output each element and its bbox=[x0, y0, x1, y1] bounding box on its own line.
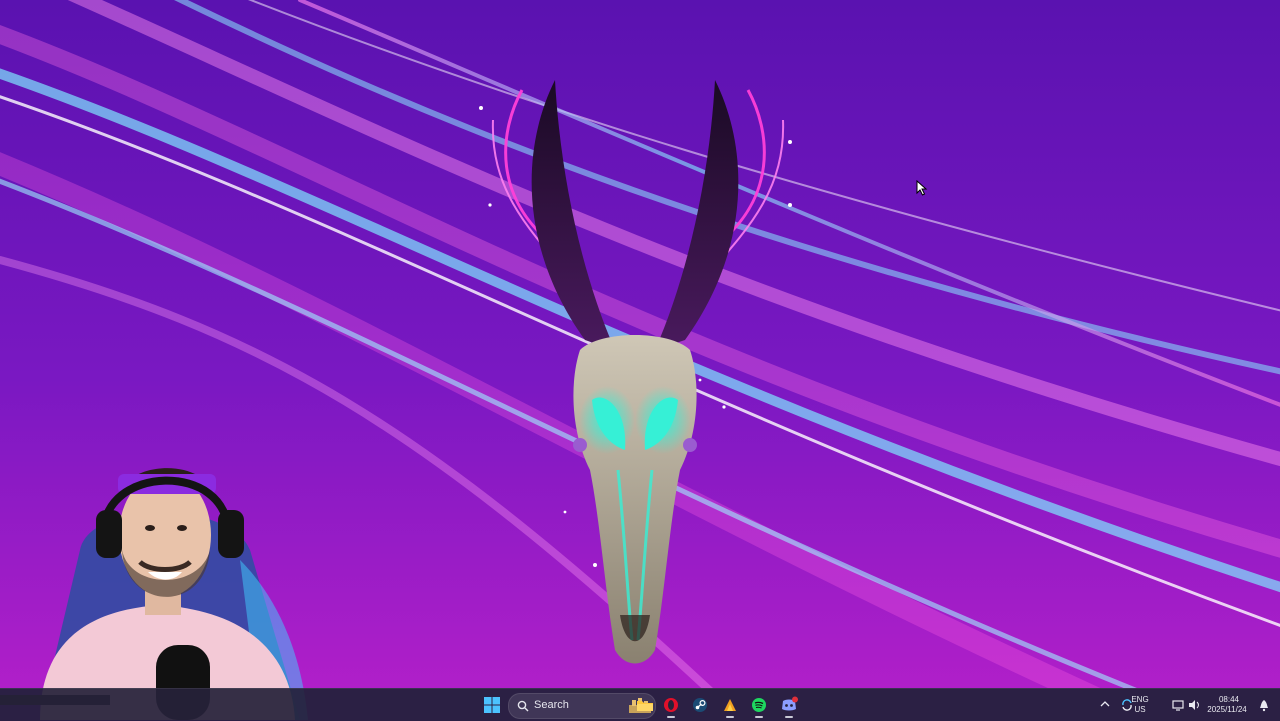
spotify-icon bbox=[752, 698, 766, 712]
mouse-cursor bbox=[916, 180, 928, 196]
volume-icon[interactable] bbox=[1188, 699, 1200, 711]
file-explorer-icon bbox=[637, 701, 653, 711]
file-explorer-button[interactable] bbox=[633, 693, 657, 717]
steam-icon bbox=[693, 698, 707, 712]
steam-button[interactable] bbox=[688, 693, 712, 717]
taskbar: Search ENG US 08:44 2025/11/24 bbox=[0, 688, 1280, 721]
clock-date[interactable]: 2025/11/24 bbox=[1204, 705, 1250, 715]
network-icon[interactable] bbox=[1172, 699, 1184, 711]
opera-gx-icon bbox=[664, 698, 678, 712]
notification-bell-icon[interactable] bbox=[1258, 698, 1270, 712]
search-icon bbox=[517, 700, 529, 712]
streamer-figure bbox=[0, 468, 308, 720]
opera-gx-button[interactable] bbox=[659, 693, 683, 718]
system-tray: ENG US 08:44 2025/11/24 bbox=[1090, 689, 1280, 721]
search-label: Search bbox=[534, 699, 569, 711]
language-indicator-top[interactable]: ENG bbox=[1128, 695, 1152, 705]
spotify-button[interactable] bbox=[747, 693, 771, 718]
discord-button[interactable] bbox=[777, 693, 801, 718]
app-flame-icon bbox=[724, 699, 736, 711]
start-button[interactable] bbox=[480, 693, 504, 717]
windows-logo-icon bbox=[484, 697, 500, 713]
streamer-webcam-overlay bbox=[0, 440, 310, 720]
chevron-up-icon[interactable] bbox=[1100, 700, 1110, 708]
clock-time[interactable]: 08:44 bbox=[1211, 695, 1247, 705]
language-indicator-bottom[interactable]: US bbox=[1128, 705, 1152, 715]
notification-badge bbox=[792, 696, 798, 703]
flame-app-button[interactable] bbox=[718, 693, 742, 718]
discord-icon bbox=[782, 696, 798, 711]
